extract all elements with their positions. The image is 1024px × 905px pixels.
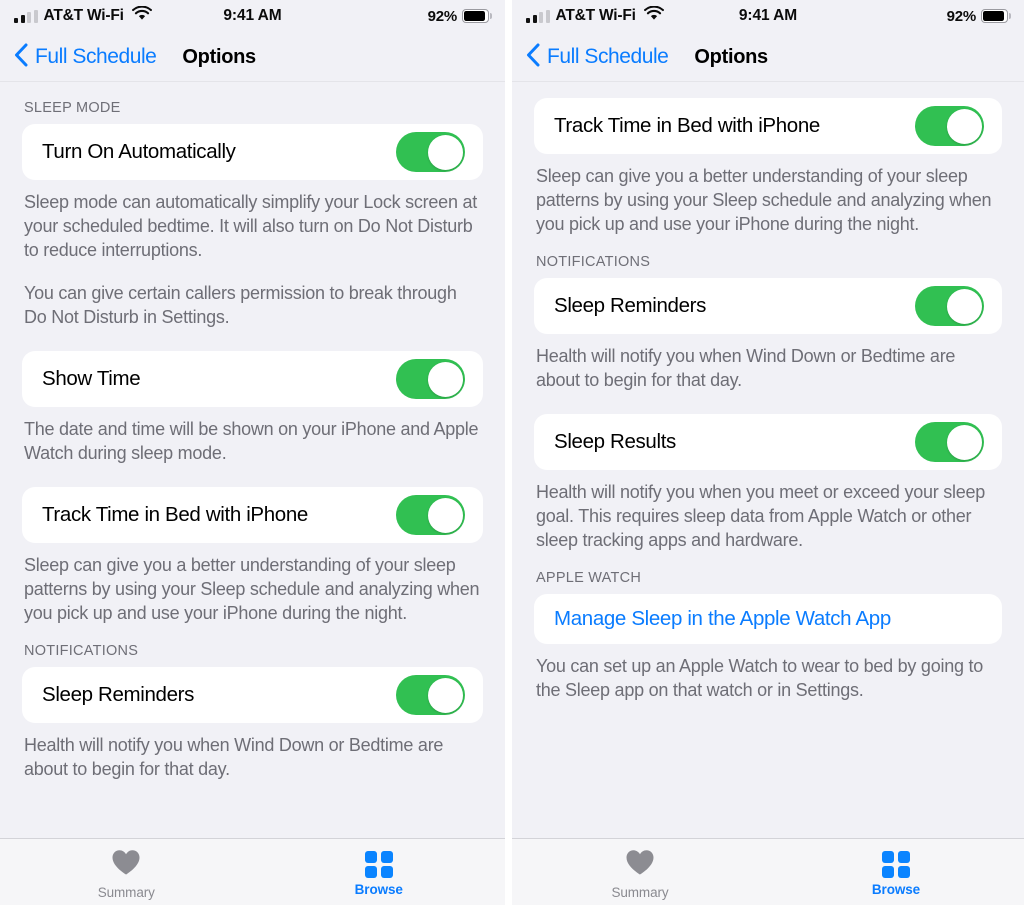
tab-label: Browse (871, 882, 921, 898)
tab-label: Summary (611, 884, 669, 900)
status-bar-left: AT&T Wi-Fi (526, 5, 664, 26)
description-paragraph: Sleep mode can automatically simplify yo… (24, 192, 477, 260)
description-track-time-in-bed: Sleep can give you a better understandin… (534, 154, 1002, 236)
row-show-time[interactable]: Show Time (22, 351, 483, 407)
status-bar-right: 92% (427, 7, 493, 25)
toggle-track-time-in-bed[interactable] (915, 106, 984, 146)
battery-icon (981, 9, 1012, 23)
manage-sleep-link-label: Manage Sleep in the Apple Watch App (554, 607, 891, 630)
left-phone-screen: AT&T Wi-Fi 9:41 AM 92% Full Schedule Opt… (0, 0, 505, 905)
tab-bar[interactable]: Summary Browse (512, 838, 1024, 905)
status-bar-right: 92% (946, 7, 1012, 25)
status-bar-left: AT&T Wi-Fi (14, 5, 152, 26)
page-title: Options (182, 45, 256, 68)
tab-bar[interactable]: Summary Browse (0, 838, 505, 905)
section-header-notifications: NOTIFICATIONS (24, 643, 139, 659)
row-label: Sleep Results (554, 430, 676, 453)
description-apple-watch: You can set up an Apple Watch to wear to… (534, 644, 1002, 702)
toggle-track-time-in-bed[interactable] (396, 495, 465, 535)
row-sleep-results[interactable]: Sleep Results (534, 414, 1002, 470)
wifi-icon (643, 5, 664, 26)
tab-browse[interactable]: Browse (253, 847, 506, 898)
tab-label: Browse (354, 882, 403, 898)
description-paragraph: Health will notify you when you meet or … (536, 482, 985, 550)
toggle-sleep-reminders[interactable] (915, 286, 984, 326)
chevron-left-icon (14, 43, 28, 72)
tab-label: Summary (97, 884, 155, 900)
description-sleep-reminders: Health will notify you when Wind Down or… (534, 334, 1002, 392)
battery-percent-label: 92% (946, 7, 977, 25)
row-label: Track Time in Bed with iPhone (554, 114, 820, 137)
row-sleep-reminders[interactable]: Sleep Reminders (22, 667, 483, 723)
dual-screenshot-container: AT&T Wi-Fi 9:41 AM 92% Full Schedule Opt… (0, 0, 1024, 905)
description-sleep-reminders: Health will notify you when Wind Down or… (22, 723, 483, 781)
section-header-sleep-mode: SLEEP MODE (24, 100, 121, 116)
battery-icon (462, 9, 493, 23)
cellular-signal-icon (526, 9, 550, 23)
description-paragraph: You can give certain callers permission … (24, 283, 457, 327)
heart-icon (625, 849, 655, 881)
cellular-signal-icon (14, 9, 38, 23)
description-sleep-results: Health will notify you when you meet or … (534, 470, 1002, 552)
grid-squares-icon (365, 850, 393, 879)
right-phone-screen: AT&T Wi-Fi 9:41 AM 92% Full Schedule Opt… (512, 0, 1024, 905)
row-manage-sleep-apple-watch[interactable]: Manage Sleep in the Apple Watch App (534, 594, 1002, 644)
carrier-label: AT&T Wi-Fi (555, 7, 636, 24)
row-track-time-in-bed[interactable]: Track Time in Bed with iPhone (534, 98, 1002, 154)
description-paragraph: Sleep can give you a better understandin… (536, 166, 992, 234)
row-sleep-reminders[interactable]: Sleep Reminders (534, 278, 1002, 334)
tab-summary[interactable]: Summary (512, 845, 768, 900)
section-header-notifications: NOTIFICATIONS (536, 254, 651, 270)
heart-icon (111, 849, 141, 881)
description-show-time: The date and time will be shown on your … (22, 407, 483, 465)
status-bar: AT&T Wi-Fi 9:41 AM 92% (0, 0, 505, 32)
page-title: Options (694, 45, 768, 68)
right-settings-list[interactable]: Track Time in Bed with iPhone Sleep can … (512, 82, 1024, 838)
back-button[interactable]: Full Schedule (14, 43, 157, 72)
toggle-sleep-reminders[interactable] (396, 675, 465, 715)
back-button-label: Full Schedule (35, 45, 157, 68)
description-paragraph: You can set up an Apple Watch to wear to… (536, 656, 983, 700)
description-paragraph: The date and time will be shown on your … (24, 419, 479, 463)
navigation-bar: Full Schedule Options (0, 32, 505, 82)
row-label: Sleep Reminders (42, 683, 194, 706)
row-label: Turn On Automatically (42, 140, 236, 163)
left-settings-list[interactable]: SLEEP MODE Turn On Automatically Sleep m… (0, 82, 505, 838)
navigation-bar: Full Schedule Options (512, 32, 1024, 82)
description-paragraph: Health will notify you when Wind Down or… (536, 346, 956, 390)
grid-squares-icon (882, 850, 910, 879)
description-turn-on-automatically: Sleep mode can automatically simplify yo… (22, 180, 483, 329)
tab-summary[interactable]: Summary (0, 845, 253, 900)
description-track-time-in-bed: Sleep can give you a better understandin… (22, 543, 483, 625)
battery-percent-label: 92% (427, 7, 458, 25)
row-label: Show Time (42, 367, 141, 390)
back-button[interactable]: Full Schedule (526, 43, 669, 72)
row-label: Sleep Reminders (554, 294, 706, 317)
back-button-label: Full Schedule (547, 45, 669, 68)
section-header-apple-watch: APPLE WATCH (536, 570, 642, 586)
description-paragraph: Health will notify you when Wind Down or… (24, 735, 444, 779)
toggle-turn-on-automatically[interactable] (396, 132, 465, 172)
row-label: Track Time in Bed with iPhone (42, 503, 308, 526)
chevron-left-icon (526, 43, 540, 72)
carrier-label: AT&T Wi-Fi (43, 7, 124, 24)
screen-divider (505, 0, 512, 905)
wifi-icon (131, 5, 152, 26)
description-paragraph: Sleep can give you a better understandin… (24, 555, 480, 623)
row-track-time-in-bed[interactable]: Track Time in Bed with iPhone (22, 487, 483, 543)
tab-browse[interactable]: Browse (768, 847, 1024, 898)
status-bar: AT&T Wi-Fi 9:41 AM 92% (512, 0, 1024, 32)
row-turn-on-automatically[interactable]: Turn On Automatically (22, 124, 483, 180)
toggle-sleep-results[interactable] (915, 422, 984, 462)
toggle-show-time[interactable] (396, 359, 465, 399)
